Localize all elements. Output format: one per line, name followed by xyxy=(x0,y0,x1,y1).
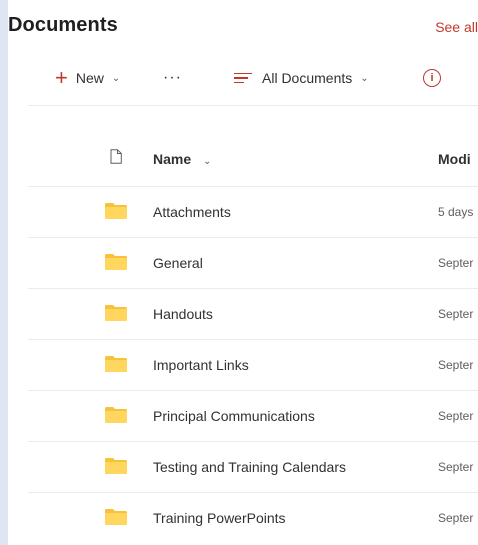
file-name[interactable]: Handouts xyxy=(153,306,213,322)
table-row[interactable]: Important Links Septer xyxy=(28,339,478,391)
modified-date: Septer xyxy=(438,358,474,372)
file-name[interactable]: Principal Communications xyxy=(153,408,315,424)
folder-icon xyxy=(105,407,127,423)
plus-icon: + xyxy=(55,65,68,90)
view-switcher-label: All Documents xyxy=(262,70,353,86)
file-name[interactable]: Attachments xyxy=(153,204,231,220)
file-name[interactable]: Training PowerPoints xyxy=(153,510,286,526)
info-button[interactable]: i xyxy=(423,63,441,93)
chevron-down-icon: ⌄ xyxy=(111,72,121,84)
page-margin xyxy=(0,0,8,545)
folder-icon xyxy=(105,356,127,372)
table-row[interactable]: General Septer xyxy=(28,237,478,289)
modified-date: Septer xyxy=(438,307,474,321)
view-switcher-button[interactable]: All Documents ⌄ xyxy=(234,63,369,93)
name-column-label: Name xyxy=(153,151,192,167)
toolbar-divider xyxy=(28,105,478,106)
more-actions-button[interactable]: ··· xyxy=(163,63,182,93)
list-view-icon xyxy=(234,70,252,87)
modified-date: 5 days xyxy=(438,205,474,219)
table-row[interactable]: Testing and Training Calendars Septer xyxy=(28,441,478,493)
modified-date: Septer xyxy=(438,511,474,525)
new-button[interactable]: + New ⌄ xyxy=(55,63,120,93)
column-header-row: Name ⌄ Modi xyxy=(8,140,478,186)
file-name[interactable]: General xyxy=(153,255,203,271)
documents-webpart: Documents See all + New ⌄ ··· All Docume… xyxy=(8,0,478,545)
folder-icon xyxy=(105,203,127,219)
table-row[interactable]: Training PowerPoints Septer xyxy=(28,492,478,544)
folder-icon xyxy=(105,305,127,321)
table-row[interactable]: Attachments 5 days xyxy=(28,186,478,238)
folder-icon xyxy=(105,509,127,525)
modified-date: Septer xyxy=(438,460,474,474)
name-column-header[interactable]: Name ⌄ xyxy=(153,151,211,167)
new-button-label: New xyxy=(75,70,104,86)
ellipsis-icon: ··· xyxy=(163,69,182,86)
info-icon: i xyxy=(423,69,441,87)
see-all-link[interactable]: See all xyxy=(435,19,478,35)
table-row[interactable]: Principal Communications Septer xyxy=(28,390,478,442)
file-type-icon xyxy=(110,149,122,164)
folder-icon xyxy=(105,458,127,474)
table-row[interactable]: Handouts Septer xyxy=(28,288,478,340)
chevron-down-icon: ⌄ xyxy=(203,156,212,167)
command-bar: + New ⌄ ··· All Documents ⌄ i xyxy=(8,63,478,93)
file-name[interactable]: Important Links xyxy=(153,357,249,373)
file-name[interactable]: Testing and Training Calendars xyxy=(153,459,346,475)
modified-date: Septer xyxy=(438,256,474,270)
modified-date: Septer xyxy=(438,409,474,423)
modified-column-header[interactable]: Modi xyxy=(438,151,471,167)
folder-icon xyxy=(105,254,127,270)
page-title: Documents xyxy=(8,14,118,36)
chevron-down-icon: ⌄ xyxy=(360,72,369,84)
